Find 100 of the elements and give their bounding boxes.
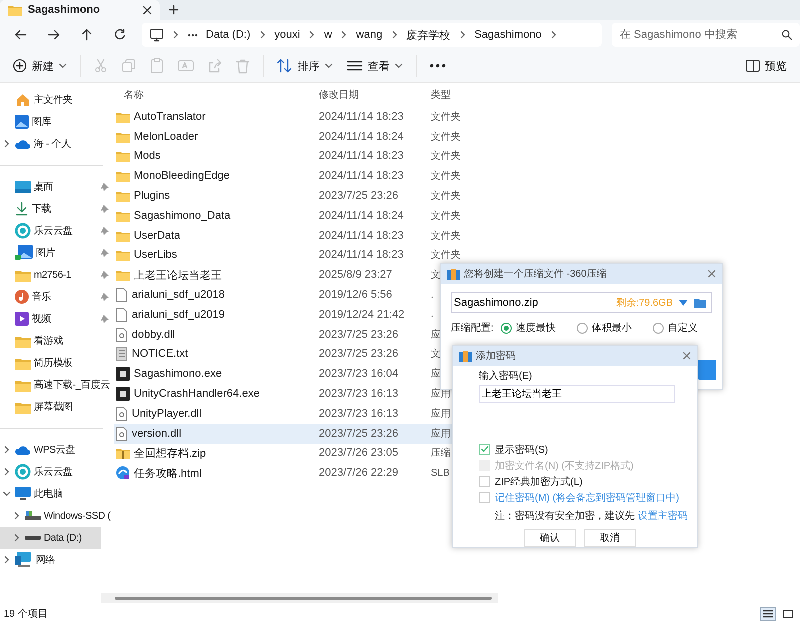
modified-date: 2024/11/14 18:24 xyxy=(319,210,405,222)
drive-icon xyxy=(25,535,41,541)
sidebar-item[interactable]: 图片 xyxy=(0,242,113,264)
sidebar-item[interactable]: Windows-SSD ( xyxy=(0,505,113,527)
computer-outline-icon xyxy=(150,28,164,42)
chevron-right-icon xyxy=(3,556,11,564)
dialog-button[interactable]: 确认 xyxy=(524,529,576,547)
sidebar-label: 乐云云盘 xyxy=(34,224,74,238)
new-button[interactable]: 新建 xyxy=(6,53,74,79)
checkbox-option[interactable]: ZIP经典加密方式(L) xyxy=(479,475,693,488)
sidebar-item[interactable]: 图库 xyxy=(0,111,113,133)
gear-file-icon xyxy=(116,406,128,421)
file-row[interactable]: UserData 2024/11/14 18:23 文件夹 xyxy=(114,226,498,246)
sidebar-item[interactable]: 屏幕截图 xyxy=(0,396,113,418)
view-button[interactable]: 查看 xyxy=(340,53,410,79)
set-master-password-link[interactable]: 设置主密码 xyxy=(638,511,688,522)
sidebar-item[interactable]: 海 - 个人 xyxy=(0,133,113,155)
sidebar-label: 主文件夹 xyxy=(34,94,74,107)
chevron-right-icon xyxy=(390,31,399,39)
file-row[interactable]: MelonLoader 2024/11/14 18:24 文件夹 xyxy=(114,126,498,147)
file-name: UnityPlayer.dll xyxy=(132,408,202,420)
sort-button[interactable]: 排序 xyxy=(270,53,340,79)
sidebar-item[interactable]: 简历模板 xyxy=(0,352,113,374)
drive-icon xyxy=(25,511,41,521)
list-view-icon xyxy=(347,60,363,72)
column-header[interactable]: 类型 xyxy=(431,88,451,102)
sidebar-item[interactable]: 音乐 xyxy=(0,286,113,308)
sidebar-item[interactable]: Data (D:) xyxy=(0,527,101,549)
sidebar-label: 网络 xyxy=(36,554,56,567)
file-name: MonoBleedingEdge xyxy=(134,170,230,182)
column-header[interactable]: 名称 xyxy=(116,88,319,102)
file-row[interactable]: AutoTranslator 2024/11/14 18:23 文件夹 xyxy=(114,107,498,127)
sidebar-label: 图片 xyxy=(36,246,56,260)
sidebar-label: 此电脑 xyxy=(34,488,64,501)
free-space: 剩余:79.6GB xyxy=(616,296,673,310)
details-view-button[interactable] xyxy=(760,607,776,621)
dialog-title: 添加密码 xyxy=(476,350,517,363)
column-header[interactable]: 修改日期 xyxy=(319,88,431,102)
chevron-right-icon xyxy=(172,31,180,39)
file-row[interactable]: Mods 2024/11/14 18:23 文件夹 xyxy=(114,146,498,166)
up-arrow-icon xyxy=(82,29,92,41)
video-icon xyxy=(15,312,29,326)
checkbox-option[interactable]: 显示密码(S) xyxy=(479,443,693,456)
item-count: 19 个项目 xyxy=(4,608,48,621)
file-row[interactable]: MonoBleedingEdge 2024/11/14 18:23 文件夹 xyxy=(114,166,498,186)
sidebar-item[interactable]: WPS云盘 xyxy=(0,439,113,461)
file-type: 文 xyxy=(431,268,441,282)
close-icon xyxy=(708,270,716,278)
sidebar-label: 图库 xyxy=(32,116,52,129)
modified-date: 2024/11/14 18:23 xyxy=(319,170,405,182)
breadcrumb-item[interactable]: wang xyxy=(356,29,383,41)
radio-option[interactable]: 速度最快 xyxy=(501,321,577,335)
file-row[interactable]: UserLibs 2024/11/14 18:23 文件夹 xyxy=(114,246,498,266)
dialog-button[interactable]: 取消 xyxy=(584,529,636,547)
sidebar-item[interactable]: 桌面 xyxy=(0,176,113,198)
sidebar-label: 音乐 xyxy=(32,290,52,304)
sidebar-item[interactable]: 下载 xyxy=(0,198,113,220)
close-button[interactable] xyxy=(143,6,152,14)
file-row[interactable]: UnityPlayer.dll 2023/7/23 16:13 应用 xyxy=(114,404,498,424)
sidebar-item[interactable]: 看游戏 xyxy=(0,330,113,352)
close-icon xyxy=(683,352,691,360)
breadcrumb-item[interactable]: 废弃学校 xyxy=(406,28,451,42)
sidebar-item[interactable]: 网络 xyxy=(0,549,113,571)
breadcrumb-item[interactable]: Sagashimono xyxy=(474,29,542,41)
breadcrumb-item[interactable]: w xyxy=(324,29,332,41)
file-row[interactable]: Sagashimono_Data 2024/11/14 18:24 文件夹 xyxy=(114,206,498,226)
search-button[interactable] xyxy=(774,23,800,47)
sidebar-item[interactable]: 此电脑 xyxy=(0,483,113,505)
tiles-view-button[interactable] xyxy=(780,607,796,621)
breadcrumb-item[interactable]: Data (D:) xyxy=(206,29,251,41)
modified-date: 2023/7/23 16:04 xyxy=(319,368,400,380)
tab-title: Sagashimono xyxy=(28,4,102,16)
radio-option[interactable]: 自定义 xyxy=(653,321,729,335)
preview-button[interactable]: 预览 xyxy=(739,53,794,79)
text-file-icon xyxy=(116,347,128,362)
sidebar-item[interactable]: 乐云云盘 xyxy=(0,220,113,242)
file-type: 应用 xyxy=(431,408,451,421)
address-bar[interactable]: Data (D:) youxi w wang 废弃学校 Sagashimono xyxy=(142,23,602,47)
breadcrumb-item[interactable]: youxi xyxy=(274,29,300,41)
horizontal-scrollbar[interactable] xyxy=(101,593,498,603)
sidebar-item[interactable]: 视频 xyxy=(0,308,113,330)
forward-arrow-icon xyxy=(48,30,60,40)
folder-icon xyxy=(116,130,130,143)
file-name: arialuni_sdf_u2018 xyxy=(132,289,225,302)
sidebar-item[interactable]: 主文件夹 xyxy=(0,89,113,111)
folder-icon xyxy=(15,334,31,348)
start-button[interactable] xyxy=(698,360,716,380)
sidebar-item[interactable]: 乐云云盘 xyxy=(0,461,113,483)
search-field[interactable]: 在 Sagashimono 中搜索 xyxy=(612,23,774,47)
sidebar-item[interactable]: m2756-1 xyxy=(0,264,113,286)
password-field[interactable]: 上老王论坛当老王 xyxy=(479,385,675,403)
radio-option[interactable]: 体积最小 xyxy=(577,321,653,335)
tab[interactable]: Sagashimono xyxy=(0,0,160,20)
sidebar-item[interactable]: 高速下载-_百度云 xyxy=(0,374,113,396)
pin-icon xyxy=(101,315,109,323)
folder-icon xyxy=(116,230,130,242)
file-name: NOTICE.txt xyxy=(132,348,188,360)
file-row[interactable]: Plugins 2023/7/25 23:26 文件夹 xyxy=(114,186,498,206)
folder-icon xyxy=(15,378,31,392)
field-label: 输入密码(E) xyxy=(479,370,534,383)
